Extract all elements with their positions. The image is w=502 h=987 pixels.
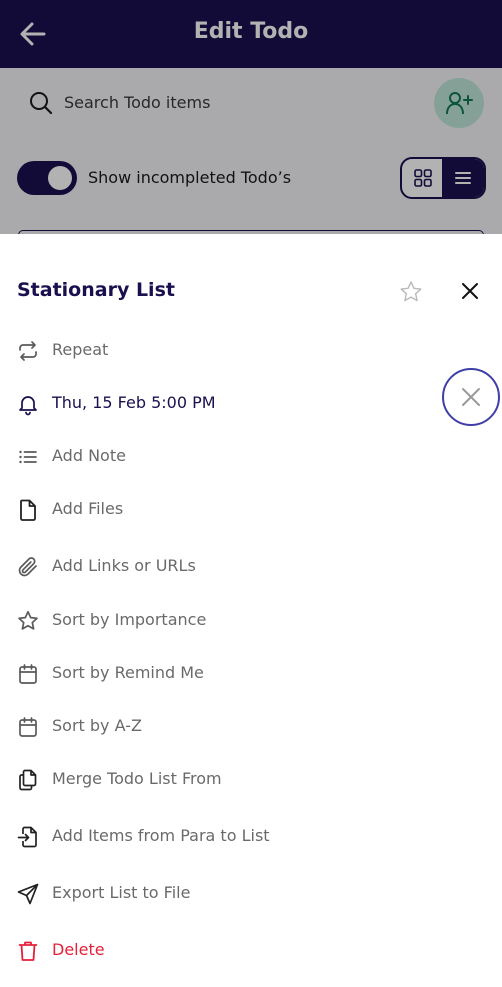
send-icon	[17, 883, 39, 905]
menu-item-label: Sort by A-Z	[52, 716, 142, 735]
menu-item-label: Add Items from Para to List	[52, 826, 270, 845]
menu-item-add-links[interactable]: Add Links or URLs	[0, 547, 440, 587]
menu-item-add-files[interactable]: Add Files	[0, 490, 440, 530]
menu-item-label: Add Files	[52, 499, 124, 518]
menu-item-repeat[interactable]: Repeat	[0, 331, 440, 371]
menu-item-reminder[interactable]: Thu, 15 Feb 5:00 PM	[0, 384, 440, 424]
menu-item-sort-a-z[interactable]: Sort by A-Z	[0, 707, 440, 747]
file-import-icon	[17, 826, 37, 848]
clear-reminder-button[interactable]	[442, 368, 500, 426]
menu-item-merge-list[interactable]: Merge Todo List From	[0, 760, 440, 800]
bell-icon	[19, 396, 37, 416]
menu-item-label: Sort by Importance	[52, 610, 207, 629]
menu-item-label: Repeat	[52, 340, 109, 359]
reminder-datetime: Thu, 15 Feb 5:00 PM	[52, 393, 216, 412]
menu-item-label: Sort by Remind Me	[52, 663, 204, 682]
star-icon	[18, 610, 38, 630]
close-icon	[462, 388, 480, 406]
list-icon	[19, 450, 37, 464]
menu-item-add-from-para[interactable]: Add Items from Para to List	[0, 817, 440, 857]
trash-icon	[18, 941, 38, 961]
repeat-icon	[19, 341, 37, 361]
menu-item-label: Add Note	[52, 446, 126, 465]
calendar-icon	[19, 664, 37, 684]
menu-item-label: Add Links or URLs	[52, 556, 196, 575]
paperclip-icon	[18, 557, 37, 577]
copy-icon	[19, 769, 37, 791]
file-icon	[20, 499, 36, 521]
menu-item-label: Merge Todo List From	[52, 769, 222, 788]
menu-item-delete[interactable]: Delete	[0, 931, 440, 971]
menu-item-sort-remind-me[interactable]: Sort by Remind Me	[0, 654, 440, 694]
close-icon[interactable]	[458, 279, 482, 303]
menu-item-sort-importance[interactable]: Sort by Importance	[0, 601, 440, 641]
menu-item-label: Export List to File	[52, 883, 191, 902]
list-options-sheet: Stationary List Repeat Thu, 15 Feb 5:00 …	[0, 234, 502, 987]
menu-item-export-list[interactable]: Export List to File	[0, 874, 440, 914]
calendar-icon	[19, 717, 37, 737]
star-icon[interactable]	[398, 279, 424, 305]
modal-scrim[interactable]	[0, 0, 502, 238]
sheet-title: Stationary List	[17, 279, 175, 301]
menu-item-add-note[interactable]: Add Note	[0, 437, 440, 477]
menu-item-label: Delete	[52, 940, 105, 959]
